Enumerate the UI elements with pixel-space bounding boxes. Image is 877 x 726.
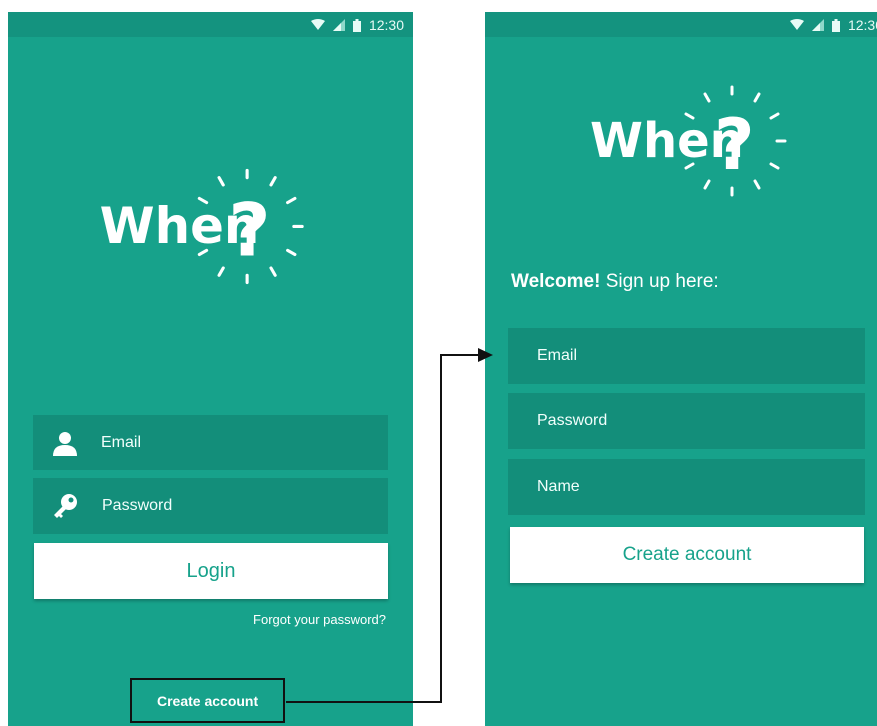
status-bar: 12:30 [485, 12, 877, 37]
login-button[interactable]: Login [34, 543, 388, 599]
signup-name-input[interactable]: Name [508, 459, 865, 515]
user-icon [53, 432, 77, 456]
welcome-heading: Welcome! Sign up here: [511, 271, 719, 293]
create-account-highlight [130, 678, 285, 723]
status-time: 12:30 [368, 17, 404, 33]
wifi-icon [310, 19, 325, 30]
create-account-button[interactable]: Create account [510, 527, 864, 583]
welcome-subtext: Sign up here: [605, 271, 719, 292]
status-bar: 12:30 [8, 12, 413, 37]
logo-question-mark: ? [714, 104, 755, 186]
email-input[interactable]: Email [33, 415, 388, 470]
password-input[interactable]: Password [33, 478, 388, 534]
password-placeholder: Password [102, 497, 173, 514]
welcome-bold: Welcome! [511, 271, 601, 292]
name-placeholder: Name [537, 478, 580, 495]
email-placeholder: Email [101, 433, 142, 451]
signal-icon [332, 19, 345, 31]
email-placeholder: Email [537, 347, 578, 364]
when-logo: When ? [100, 168, 304, 285]
battery-icon [352, 18, 361, 32]
signup-screen: 12:30 When ? Welcome! Sign up here: Emai… [485, 12, 877, 726]
signal-icon [811, 19, 824, 31]
logo-question-mark: ? [228, 190, 270, 274]
key-icon [54, 494, 77, 518]
login-screen: 12:30 When ? Email Password Login Forgot… [8, 12, 413, 726]
password-placeholder: Password [537, 412, 608, 429]
forgot-password-link[interactable]: Forgot your password? [253, 612, 386, 627]
signup-email-input[interactable]: Email [508, 328, 865, 384]
status-time: 12:30 [847, 17, 877, 33]
when-logo: When ? [590, 85, 787, 197]
signup-password-input[interactable]: Password [508, 393, 865, 449]
wifi-icon [789, 19, 804, 30]
battery-icon [831, 18, 840, 32]
